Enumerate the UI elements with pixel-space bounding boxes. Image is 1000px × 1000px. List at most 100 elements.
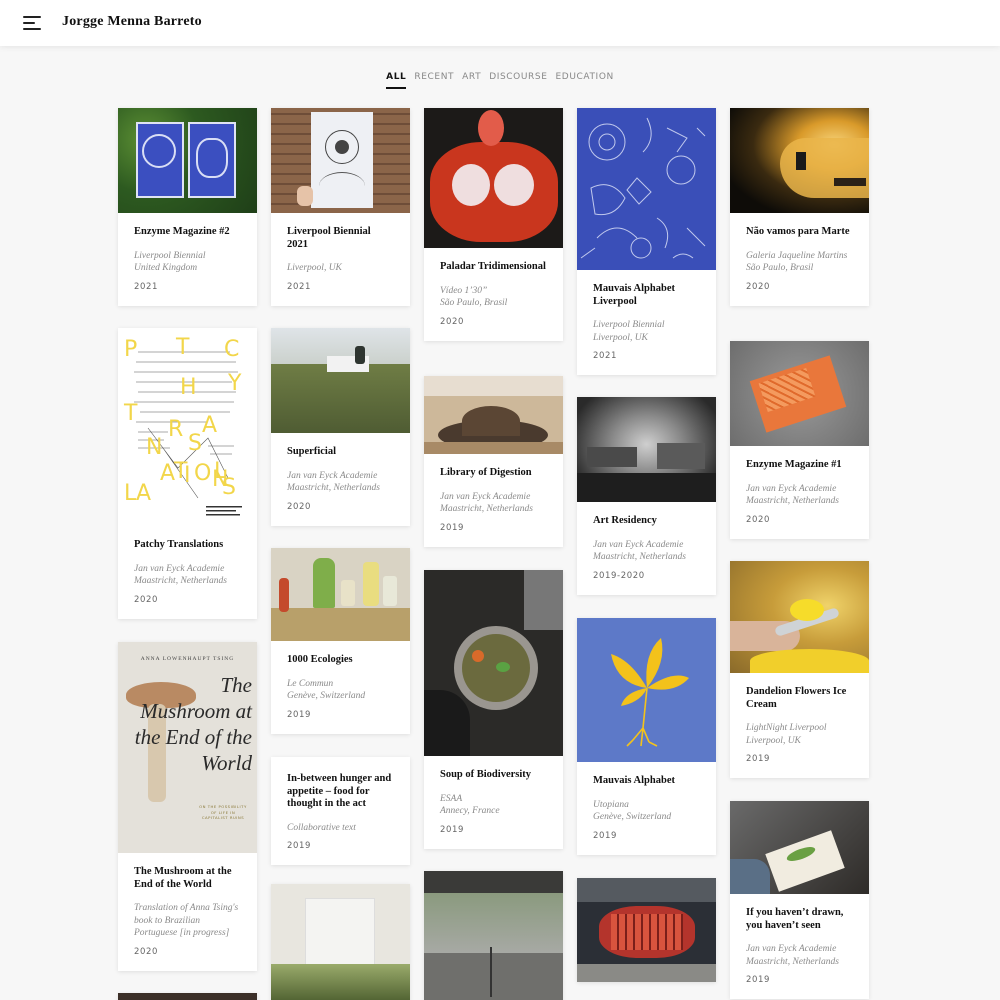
project-card-dandelion-ice-cream[interactable]: Dandelion Flowers Ice Cream LightNight L… (730, 561, 869, 778)
project-title: Enzyme Magazine #2 (134, 226, 230, 237)
project-thumbnail (577, 108, 716, 270)
svg-text:A: A (160, 461, 175, 486)
project-year: 2019 (287, 841, 312, 851)
project-thumbnail (118, 108, 257, 213)
project-year: 2020 (134, 946, 159, 957)
project-card-partial[interactable] (271, 884, 410, 1000)
project-card-in-between-hunger[interactable]: In-between hunger and appetite – food fo… (271, 757, 410, 865)
project-thumbnail: PTC HY TRA NS LA LAT IONS (118, 328, 257, 526)
project-title: Mauvais Alphabet Liverpool (593, 283, 675, 307)
project-card-mauvais-alphabet[interactable]: Mauvais Alphabet Utopiana Genève, Switze… (577, 618, 716, 855)
project-year: 2019 (593, 830, 618, 841)
project-title: In-between hunger and appetite – food fo… (287, 773, 392, 809)
project-thumbnail (271, 108, 410, 213)
project-title: Library of Digestion (440, 467, 532, 478)
hamburger-menu-icon[interactable] (23, 15, 43, 31)
svg-text:Y: Y (227, 371, 242, 396)
svg-text:I: I (184, 463, 191, 488)
project-year: 2019 (440, 824, 465, 835)
project-thumbnail (577, 878, 716, 982)
project-year: 2019 (746, 975, 771, 985)
project-thumbnail (577, 618, 716, 762)
project-thumbnail (730, 801, 869, 894)
project-year: 2021 (287, 281, 312, 292)
svg-text:T: T (175, 335, 190, 360)
project-year: 2020 (440, 316, 465, 327)
flower-illustration (611, 638, 689, 747)
project-meta: Jan van Eyck Academie Maastricht, Nether… (746, 483, 839, 507)
project-title: 1000 Ecologies (287, 654, 353, 665)
project-meta: Collaborative text (287, 822, 356, 833)
project-card-paladar-tridimensional[interactable]: Paladar Tridimensional Vídeo 1’30” São P… (424, 108, 563, 341)
svg-text:T: T (123, 401, 138, 426)
svg-text:S: S (222, 475, 236, 500)
book-author: ANNA LOWENHAUPT TSING (140, 656, 235, 662)
project-card-nao-vamos-para-marte[interactable]: Não vamos para Marte Galeria Jaqueline M… (730, 108, 869, 306)
project-title: Liverpool Biennial 2021 (287, 226, 371, 250)
project-year: 2021 (134, 281, 159, 292)
project-year: 2020 (746, 281, 771, 292)
project-thumbnail (730, 108, 869, 213)
svg-text:N: N (146, 435, 162, 460)
svg-text:A: A (136, 481, 151, 506)
project-card-enzyme-magazine-2[interactable]: Enzyme Magazine #2 Liverpool Biennial Un… (118, 108, 257, 306)
project-year: 2019-2020 (593, 570, 645, 581)
project-meta: ESAA Annecy, France (440, 793, 500, 817)
svg-text:P: P (124, 337, 137, 362)
svg-text:O: O (194, 461, 211, 486)
project-title: Art Residency (593, 515, 657, 526)
project-card-partial[interactable] (577, 878, 716, 982)
project-year: 2020 (287, 501, 312, 512)
project-meta: Vídeo 1’30” São Paulo, Brasil (440, 285, 508, 309)
svg-text:A: A (202, 413, 217, 438)
project-title: The Mushroom at the End of the World (134, 866, 232, 890)
book-cover-image: ANNA LOWENHAUPT TSING The Mushroom at th… (118, 642, 257, 853)
project-title: Mauvais Alphabet (593, 775, 675, 786)
project-card-patchy-translations[interactable]: PTC HY TRA NS LA LAT IONS Patchy Transla… (118, 328, 257, 619)
svg-text:C: C (224, 337, 239, 362)
project-card-partial[interactable] (118, 993, 257, 1000)
project-year: 2019 (746, 754, 771, 764)
project-thumbnail (118, 993, 257, 1000)
project-meta: LightNight Liverpool Liverpool, UK (746, 723, 827, 746)
project-thumbnail (424, 108, 563, 248)
project-meta: Jan van Eyck Academie Maastricht, Nether… (134, 563, 227, 587)
project-thumbnail (271, 328, 410, 433)
svg-text:H: H (180, 375, 197, 400)
project-card-superficial[interactable]: Superficial Jan van Eyck Academie Maastr… (271, 328, 410, 526)
project-title: Dandelion Flowers Ice Cream (746, 686, 847, 710)
project-thumbnail (730, 341, 869, 446)
project-card-1000-ecologies[interactable]: 1000 Ecologies Le Commun Genève, Switzer… (271, 548, 410, 734)
project-meta: Jan van Eyck Academie Maastricht, Nether… (287, 470, 380, 494)
project-meta: Jan van Eyck Academie Maastricht, Nether… (440, 491, 533, 515)
project-card-library-of-digestion[interactable]: Library of Digestion Jan van Eyck Academ… (424, 376, 563, 547)
project-meta: Le Commun Genève, Switzerland (287, 678, 366, 702)
project-thumbnail (424, 570, 563, 756)
svg-text:R: R (168, 417, 183, 442)
project-year: 2020 (746, 514, 771, 525)
project-card-enzyme-magazine-1[interactable]: Enzyme Magazine #1 Jan van Eyck Academie… (730, 341, 869, 539)
project-card-mauvais-alphabet-liverpool[interactable]: Mauvais Alphabet Liverpool Liverpool Bie… (577, 108, 716, 375)
project-meta: Liverpool Biennial United Kingdom (134, 250, 206, 274)
project-card-art-residency[interactable]: Art Residency Jan van Eyck Academie Maas… (577, 397, 716, 595)
project-thumbnail (424, 376, 563, 454)
project-card-soup-of-biodiversity[interactable]: Soup of Biodiversity ESAA Annecy, France… (424, 570, 563, 849)
project-meta: Liverpool Biennial Liverpool, UK (593, 320, 665, 343)
project-grid: Enzyme Magazine #2 Liverpool Biennial Un… (0, 0, 1000, 1000)
project-card-liverpool-biennial-2021[interactable]: Liverpool Biennial 2021 Liverpool, UK 20… (271, 108, 410, 306)
project-card-if-you-havent-drawn[interactable]: If you haven’t drawn, you haven’t seen J… (730, 801, 869, 999)
site-title[interactable]: Jorgge Menna Barreto (62, 14, 202, 30)
project-meta: Utopiana Genève, Switzerland (593, 799, 672, 823)
book-title: The Mushroom at the End of the World (134, 673, 252, 775)
project-thumbnail (577, 397, 716, 502)
project-title: If you haven’t drawn, you haven’t seen (746, 907, 844, 931)
project-thumbnail (271, 548, 410, 641)
project-title: Patchy Translations (134, 539, 224, 550)
project-meta: Galeria Jaqueline Martins São Paulo, Bra… (746, 250, 848, 274)
project-meta: Translation of Anna Tsing's book to Braz… (134, 903, 239, 938)
project-card-partial[interactable] (424, 871, 563, 1000)
project-meta: Liverpool, UK (287, 263, 342, 273)
poster-image: PTC HY TR A NS LA L AT I O NS (123, 335, 242, 516)
project-thumbnail (424, 871, 563, 1000)
project-card-mushroom-end-of-world[interactable]: ANNA LOWENHAUPT TSING The Mushroom at th… (118, 642, 257, 971)
